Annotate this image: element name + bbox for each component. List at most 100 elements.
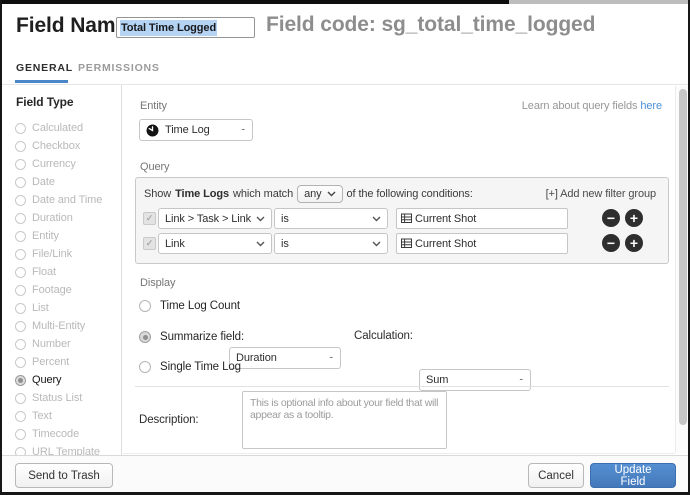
field-type-option-duration: Duration [15, 209, 119, 227]
radio-icon [15, 411, 26, 422]
condition-value-field[interactable]: Current Shot [396, 208, 568, 229]
description-textarea[interactable] [242, 391, 447, 449]
field-type-list: Calculated Checkbox Currency Date Date a… [15, 119, 119, 461]
condition-operator-dropdown[interactable]: is [274, 233, 388, 254]
match-mode-select[interactable]: any [297, 185, 342, 203]
chevron-down-icon [327, 191, 336, 197]
radio-icon [15, 249, 26, 260]
dropdown-indicator: - [519, 373, 523, 385]
top-edge-dark [2, 0, 509, 4]
radio-icon [15, 429, 26, 440]
help-text: Learn about query fields here [522, 100, 662, 112]
tab-permissions[interactable]: PERMISSIONS [78, 62, 160, 74]
query-section-label: Query [140, 161, 169, 173]
radio-icon [15, 195, 26, 206]
field-name-label: Field Name [16, 14, 127, 38]
radio-icon [15, 213, 26, 224]
configure-field-dialog: Field Name Total Time Logged Field code:… [0, 0, 690, 495]
radio-time-log-count[interactable] [139, 300, 151, 312]
query-entity-plural: Time Logs [175, 188, 229, 200]
chevron-down-icon [372, 241, 381, 247]
add-condition-button[interactable]: + [625, 209, 643, 227]
field-type-option-status-list: Status List [15, 389, 119, 407]
shot-entity-icon [401, 213, 412, 224]
add-filter-group-link[interactable]: [+] Add new filter group [546, 188, 656, 200]
condition-operator-dropdown[interactable]: is [274, 208, 388, 229]
radio-single-time-log[interactable] [139, 361, 151, 373]
field-type-option-float: Float [15, 263, 119, 281]
time-log-count-label: Time Log Count [160, 300, 240, 312]
condition-row: ✓ Link is Current Shot − + [136, 233, 668, 254]
dropdown-indicator: - [241, 123, 245, 135]
send-to-trash-button[interactable]: Send to Trash [15, 463, 113, 488]
vertical-scrollbar-thumb[interactable] [679, 89, 687, 425]
radio-icon [15, 393, 26, 404]
dialog-footer: Send to Trash Cancel Update Field [2, 455, 690, 492]
field-type-option-multi-entity: Multi-Entity [15, 317, 119, 335]
radio-icon [15, 141, 26, 152]
field-type-sidebar: Field Type Calculated Checkbox Currency … [2, 85, 122, 455]
radio-icon [15, 159, 26, 170]
cancel-button[interactable]: Cancel [528, 463, 584, 488]
content-bottom-divider [123, 453, 675, 454]
radio-icon [15, 339, 26, 350]
field-name-input[interactable]: Total Time Logged [116, 17, 255, 38]
field-type-option-percent: Percent [15, 353, 119, 371]
field-type-option-text: Text [15, 407, 119, 425]
chevron-down-icon [256, 241, 265, 247]
radio-icon [15, 177, 26, 188]
query-builder-box: Show Time Logs which match any of the fo… [135, 177, 669, 264]
field-type-option-currency: Currency [15, 155, 119, 173]
radio-icon [15, 357, 26, 368]
entity-dropdown[interactable]: Time Log - [139, 119, 253, 141]
calculation-dropdown[interactable]: Sum - [419, 369, 531, 391]
field-type-option-checkbox: Checkbox [15, 137, 119, 155]
radio-icon [15, 321, 26, 332]
radio-summarize-field[interactable] [139, 331, 151, 343]
add-condition-button[interactable]: + [625, 234, 643, 252]
condition-checkbox[interactable]: ✓ [143, 212, 156, 225]
description-label: Description: [139, 414, 199, 426]
field-type-option-file-link: File/Link [15, 245, 119, 263]
chevron-down-icon [256, 216, 265, 222]
update-field-button[interactable]: Update Field [590, 463, 676, 488]
chevron-down-icon [372, 216, 381, 222]
field-name-value: Total Time Logged [120, 20, 217, 36]
radio-icon [15, 123, 26, 134]
condition-checkbox[interactable]: ✓ [143, 237, 156, 250]
help-link[interactable]: here [640, 100, 662, 112]
field-type-option-date-and-time: Date and Time [15, 191, 119, 209]
query-sentence: Show Time Logs which match any of the fo… [144, 185, 473, 203]
calculation-label: Calculation: [354, 330, 413, 342]
display-section-label: Display [140, 277, 175, 289]
section-divider [135, 386, 669, 387]
entity-dropdown-value: Time Log [165, 124, 210, 136]
field-type-option-calculated: Calculated [15, 119, 119, 137]
summarize-field-label: Summarize field: [160, 331, 244, 343]
field-type-option-query[interactable]: Query [15, 371, 119, 389]
remove-condition-button[interactable]: − [602, 234, 620, 252]
field-type-title: Field Type [16, 95, 73, 109]
dropdown-indicator: - [329, 351, 333, 363]
top-edge-light [509, 0, 690, 4]
field-code: Field code: sg_total_time_logged [266, 13, 595, 37]
clock-icon [146, 124, 159, 137]
summarize-field-dropdown[interactable]: Duration - [229, 347, 341, 369]
field-type-option-entity: Entity [15, 227, 119, 245]
field-type-option-date: Date [15, 173, 119, 191]
field-type-option-footage: Footage [15, 281, 119, 299]
condition-field-dropdown[interactable]: Link > Task > Link [158, 208, 272, 229]
active-tab-underline [15, 80, 68, 83]
radio-icon [15, 267, 26, 278]
tab-general[interactable]: GENERAL [16, 62, 73, 74]
remove-condition-button[interactable]: − [602, 209, 620, 227]
radio-icon [15, 285, 26, 296]
field-type-option-timecode: Timecode [15, 425, 119, 443]
radio-icon [15, 231, 26, 242]
radio-selected-icon [15, 375, 26, 386]
condition-value-field[interactable]: Current Shot [396, 233, 568, 254]
radio-icon [15, 303, 26, 314]
field-type-option-number: Number [15, 335, 119, 353]
condition-row: ✓ Link > Task > Link is Current Shot − + [136, 208, 668, 229]
condition-field-dropdown[interactable]: Link [158, 233, 272, 254]
